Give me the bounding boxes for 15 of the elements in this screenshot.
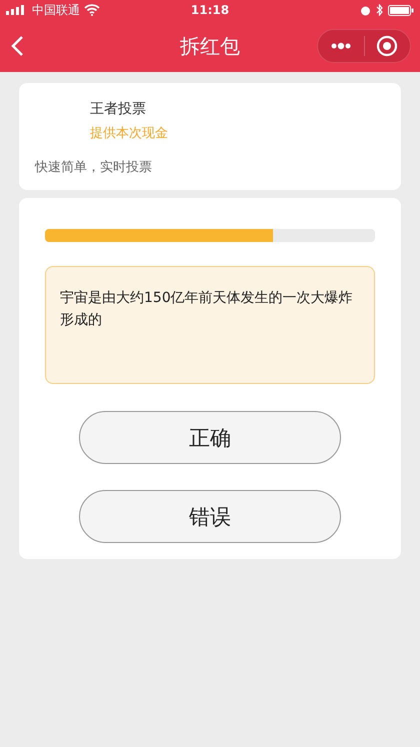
back-icon — [10, 35, 24, 57]
answer-button[interactable]: 错误 — [79, 490, 341, 543]
sponsor-slogan: 快速简单，实时投票 — [35, 159, 153, 176]
page-title: 拆红包 — [179, 32, 241, 60]
more-icon — [330, 42, 352, 50]
sponsor-tag: 提供本次现金 — [90, 124, 385, 142]
carrier-name: 中国联通 — [32, 2, 80, 18]
target-icon — [376, 35, 398, 57]
bluetooth-icon — [376, 4, 383, 16]
battery-icon — [388, 4, 414, 16]
wifi-icon — [84, 4, 100, 16]
answer-button[interactable]: 正确 — [79, 411, 341, 464]
question-text: 宇宙是由大约150亿年前天体发生的一次大爆炸形成的 — [60, 289, 354, 330]
sponsor-name: 王者投票 — [90, 100, 147, 118]
status-time: 11:18 — [190, 3, 230, 17]
